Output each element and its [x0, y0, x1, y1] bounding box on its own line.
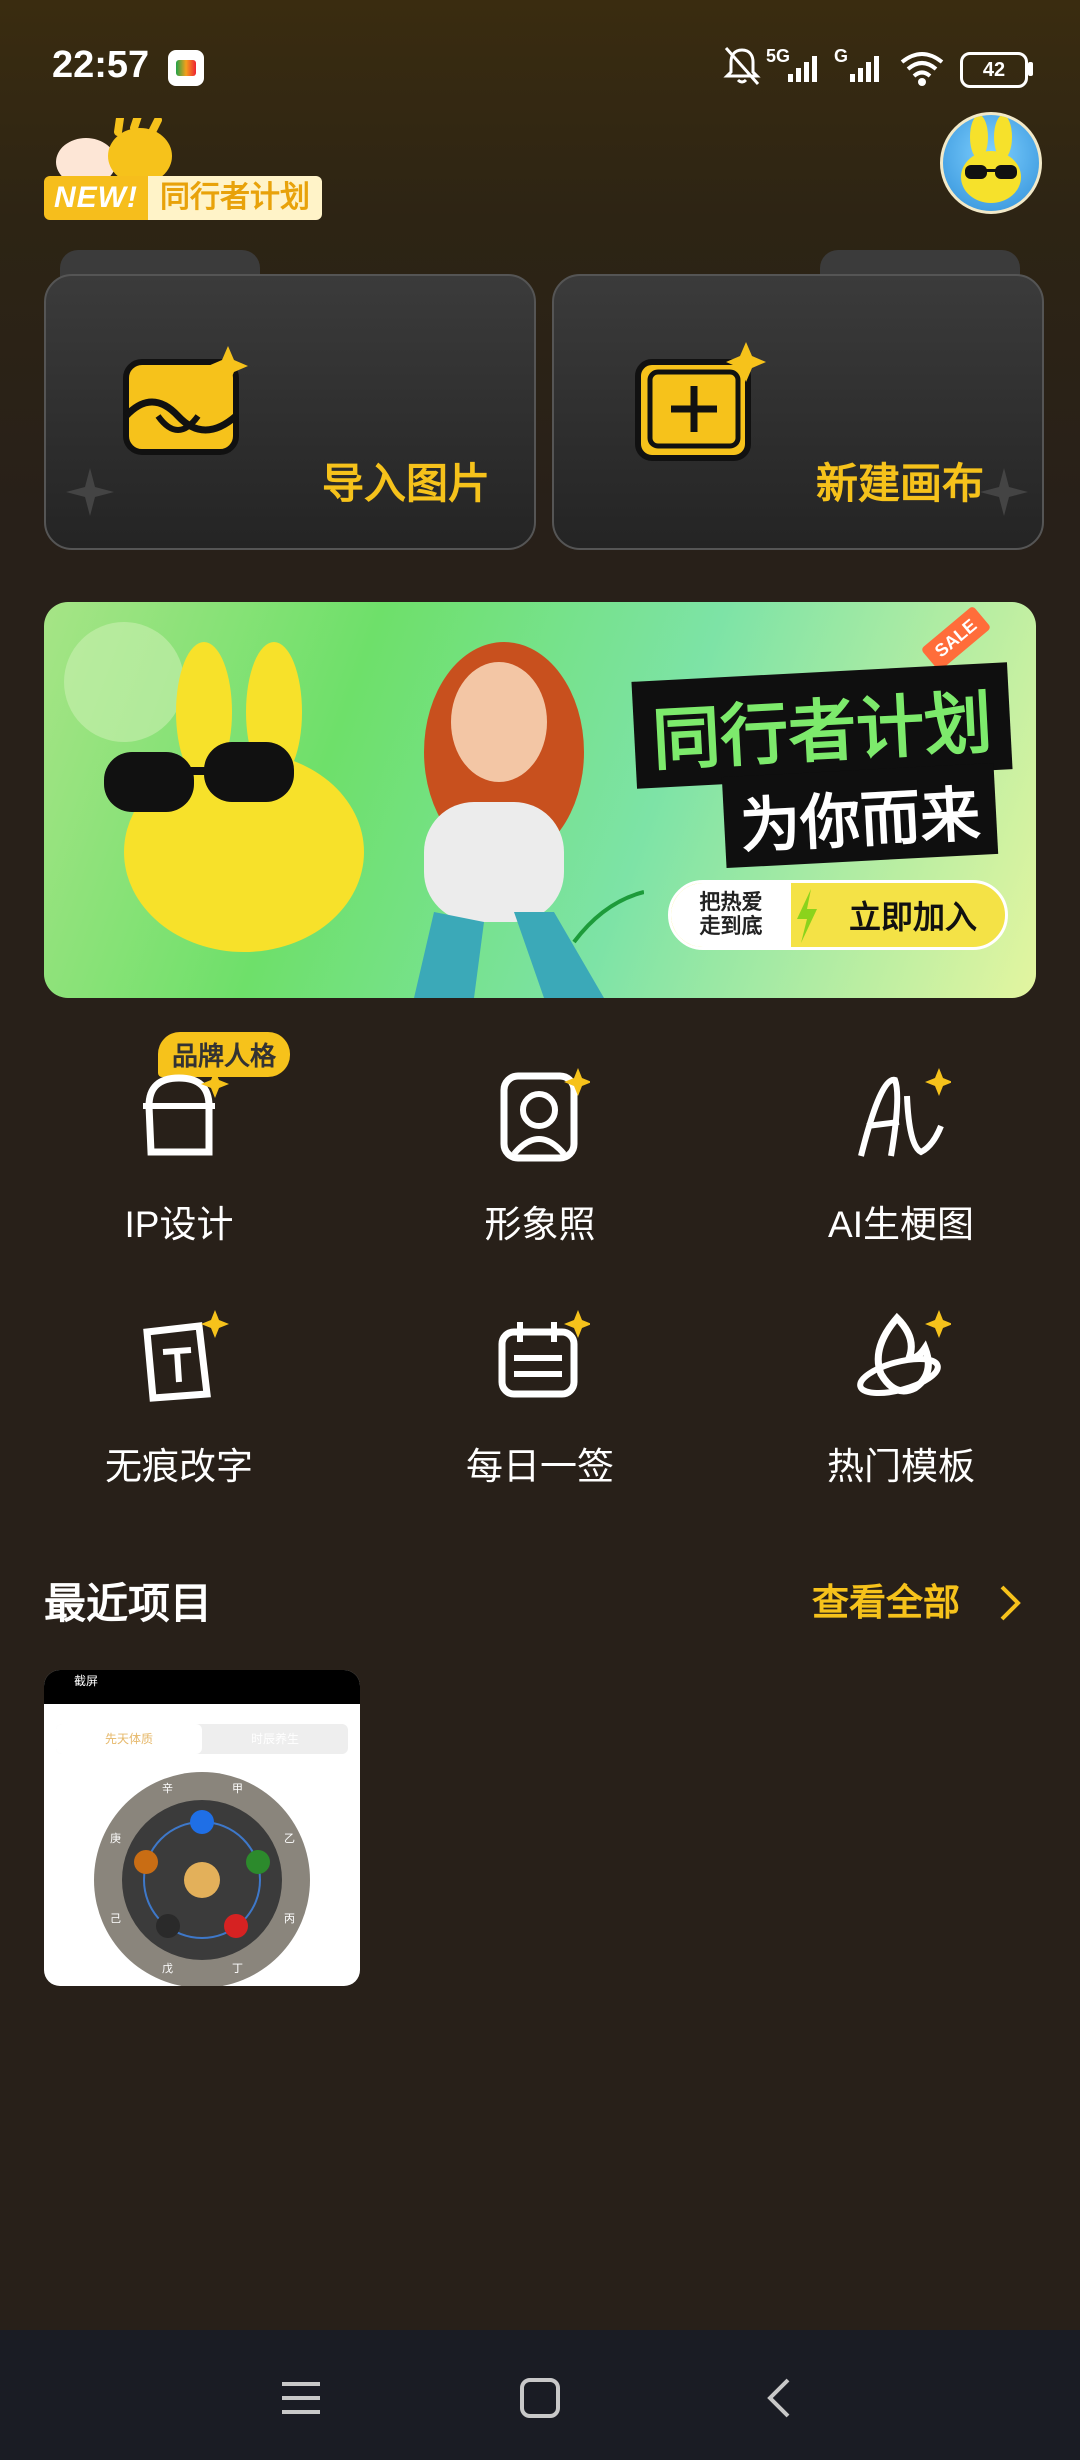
ip-design-label: IP设计 [124, 1204, 234, 1245]
new-canvas-card[interactable]: 新建画布 [552, 274, 1044, 550]
thumb-tab-2: 时辰养生 [250, 1732, 299, 1746]
import-image-icon [123, 346, 248, 455]
menu-icon[interactable] [280, 2378, 322, 2418]
stem-label: 己 [110, 1913, 121, 1925]
join-now-label: 立即加入 [848, 899, 977, 935]
ai-meme-label: AI生梗图 [828, 1204, 974, 1245]
pill-slogan: 把热爱 走到底 [671, 883, 791, 947]
app-notification-icon [168, 50, 204, 86]
signal-icon-1 [788, 56, 817, 82]
feature-ip-design[interactable]: IP设计 [54, 1066, 304, 1266]
import-image-card[interactable]: 导入图片 [44, 274, 536, 550]
recent-project-thumbnail[interactable]: 截屏 先天体质 时辰养生 甲 乙 丙 丁 戊 己 庚 辛 [44, 1670, 360, 1986]
pill-slogan-line-1: 把热爱 [699, 891, 763, 914]
stem-label: 丁 [232, 1963, 243, 1975]
ai-meme-icon [858, 1068, 951, 1157]
new-canvas-label: 新建画布 [816, 460, 985, 507]
signal-icon-2 [850, 56, 879, 82]
lightning-icon [797, 889, 817, 943]
text-edit-label: 无痕改字 [105, 1446, 253, 1487]
sparkle-decoration-icon [66, 468, 114, 516]
daily-sign-icon [498, 1310, 590, 1398]
network-type-2: G [834, 46, 849, 66]
promo-banner[interactable]: SALE 同行者计划 为你而来 把热爱 走到底 立即加入 [44, 602, 1036, 998]
sale-tag: SALE [920, 605, 992, 672]
thumb-segment-control: 先天体质 时辰养生 [56, 1724, 348, 1754]
banner-subtitle: 为你而来 [721, 762, 999, 869]
stem-label: 辛 [162, 1783, 173, 1795]
hot-template-label: 热门模板 [827, 1446, 975, 1487]
new-badge: NEW! [44, 176, 148, 220]
feature-hot-template[interactable]: 热门模板 [776, 1308, 1026, 1508]
thumb-stems: 甲 乙 丙 丁 戊 己 庚 辛 [44, 1770, 360, 1986]
back-icon[interactable] [760, 2376, 800, 2420]
stem-label: 乙 [284, 1833, 295, 1845]
status-time: 22:57 [52, 44, 150, 86]
feature-portrait[interactable]: 形象照 [415, 1066, 665, 1266]
battery-tip [1028, 62, 1033, 76]
wifi-icon [900, 52, 944, 86]
stem-label: 戊 [162, 1963, 173, 1975]
rabbit-mascot-icon [961, 115, 1021, 203]
recent-projects-title: 最近项目 [44, 1580, 213, 1627]
program-badge[interactable]: NEW! 同行者计划 [44, 176, 322, 220]
program-badge-label: 同行者计划 [147, 176, 322, 220]
battery-indicator: 42 [960, 52, 1028, 88]
thumb-tab-1: 先天体质 [56, 1724, 202, 1754]
stem-label: 丙 [284, 1913, 295, 1925]
view-all-link[interactable]: 查看全部 [812, 1572, 1024, 1626]
join-now-button[interactable]: 把热爱 走到底 立即加入 [668, 880, 1008, 950]
stem-label: 甲 [232, 1783, 243, 1795]
feature-ai-meme[interactable]: AI生梗图 [776, 1066, 1026, 1266]
portrait-label: 形象照 [484, 1204, 596, 1245]
thumb-header: 截屏 [44, 1670, 360, 1704]
user-avatar[interactable] [940, 112, 1042, 214]
chevron-right-icon [1000, 1585, 1022, 1621]
view-all-label: 查看全部 [812, 1582, 960, 1623]
pill-slogan-line-2: 走到底 [699, 915, 763, 938]
mute-icon [723, 47, 761, 85]
system-nav-bar [0, 2330, 1080, 2460]
import-image-label: 导入图片 [322, 460, 491, 507]
ip-design-icon [143, 1070, 229, 1156]
banner-illustration [64, 622, 644, 998]
new-canvas-icon [635, 342, 766, 461]
feature-text-edit[interactable]: 无痕改字 [54, 1308, 304, 1508]
stem-label: 庚 [110, 1833, 121, 1845]
hot-template-icon [857, 1310, 951, 1397]
text-edit-icon [143, 1310, 229, 1402]
home-icon[interactable] [518, 2376, 562, 2420]
daily-sign-label: 每日一签 [466, 1446, 614, 1487]
feature-daily-sign[interactable]: 每日一签 [415, 1308, 665, 1508]
portrait-icon [500, 1068, 590, 1162]
